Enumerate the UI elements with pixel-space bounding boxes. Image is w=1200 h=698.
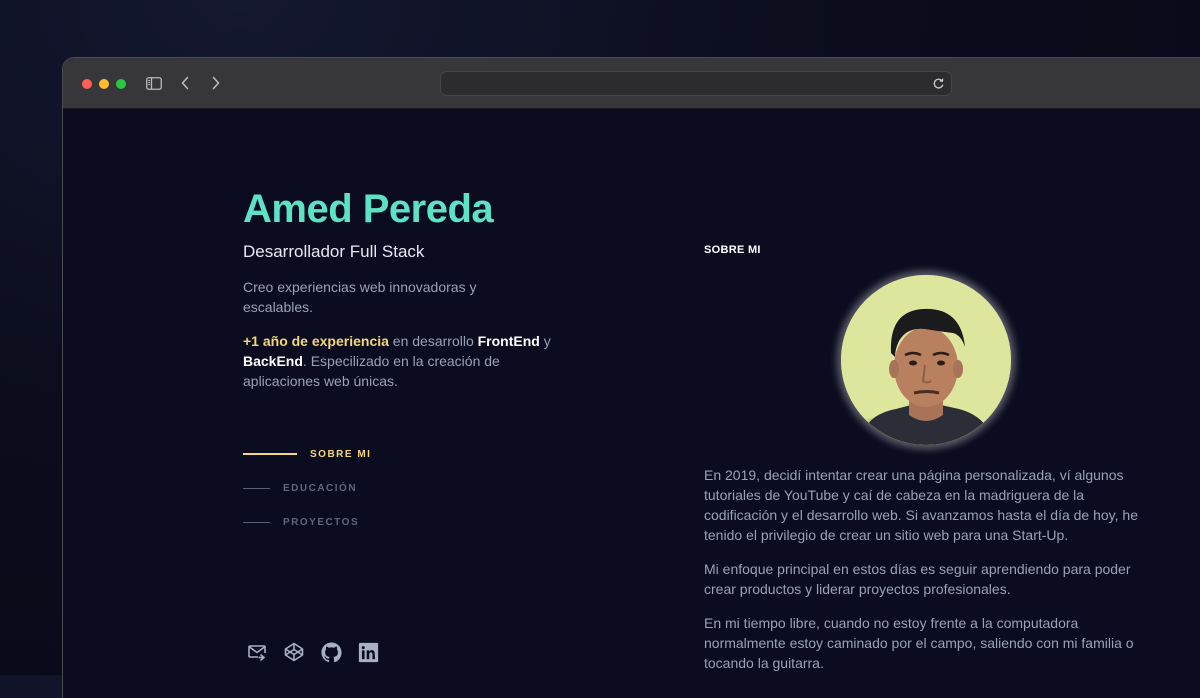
about-section-title: SOBRE MI (704, 244, 761, 256)
sidebar-toggle-icon[interactable] (143, 72, 165, 94)
mail-icon[interactable] (246, 641, 268, 663)
profile-name: Amed Pereda (243, 187, 494, 231)
nav-indicator (243, 453, 297, 455)
profile-role: Desarrollador Full Stack (243, 242, 425, 261)
address-bar[interactable] (440, 71, 952, 96)
linkedin-icon[interactable] (357, 641, 379, 663)
avatar (841, 275, 1011, 445)
backend-keyword: BackEnd (243, 353, 303, 369)
browser-window: Amed Pereda Desarrollador Full Stack Cre… (62, 57, 1200, 698)
nav-item-label: EDUCACIÓN (283, 482, 358, 494)
social-links (246, 641, 379, 663)
back-arrow-icon[interactable] (174, 72, 196, 94)
section-nav: SOBRE MI EDUCACIÓN PROYECTOS (243, 437, 371, 539)
forward-arrow-icon[interactable] (205, 72, 227, 94)
nav-indicator (243, 521, 270, 523)
nav-item-proyectos[interactable]: PROYECTOS (243, 505, 371, 539)
minimize-window-button[interactable] (99, 79, 109, 89)
close-window-button[interactable] (82, 79, 92, 89)
portfolio-page: Amed Pereda Desarrollador Full Stack Cre… (63, 109, 1200, 698)
experience-highlight: +1 año de experiencia (243, 333, 389, 349)
nav-item-sobre-mi[interactable]: SOBRE MI (243, 437, 371, 471)
nav-item-label: PROYECTOS (283, 516, 360, 528)
frontend-keyword: FrontEnd (477, 333, 540, 349)
codepen-icon[interactable] (283, 641, 305, 663)
bio-paragraph: En 2019, decidí intentar crear una págin… (704, 467, 1138, 543)
profile-description: Creo experiencias web innovadoras y esca… (243, 279, 477, 315)
github-icon[interactable] (320, 641, 342, 663)
experience-text: y (539, 333, 551, 349)
maximize-window-button[interactable] (116, 79, 126, 89)
about-bio: En 2019, decidí intentar crear una págin… (704, 465, 1149, 687)
bio-paragraph: Mi enfoque principal en estos días es se… (704, 561, 1131, 597)
browser-titlebar (63, 58, 1200, 109)
nav-item-label: SOBRE MI (310, 448, 372, 460)
experience-summary: +1 año de experiencia en desarrollo Fron… (243, 331, 553, 391)
nav-item-educacion[interactable]: EDUCACIÓN (243, 471, 371, 505)
bio-paragraph: En mi tiempo libre, cuando no estoy fren… (704, 615, 1134, 671)
reload-icon[interactable] (932, 77, 945, 90)
nav-indicator (243, 487, 270, 489)
experience-text: en desarrollo (388, 333, 478, 349)
